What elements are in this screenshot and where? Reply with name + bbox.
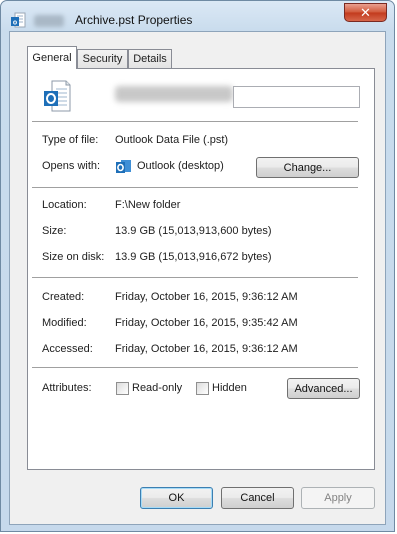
type-of-file-value: Outlook Data File (.pst) [115,134,229,146]
modified-value: Friday, October 16, 2015, 9:35:42 AM [115,317,298,329]
cancel-button[interactable]: Cancel [221,487,294,509]
modified-label: Modified: [42,317,87,329]
created-label: Created: [42,291,85,303]
ok-button[interactable]: OK [140,487,213,509]
size-value: 13.9 GB (15,013,913,600 bytes) [115,225,272,237]
tab-details-label: Details [133,53,167,65]
general-tab-panel [27,68,375,470]
accessed-label: Accessed: [42,343,93,355]
opens-with-value: Outlook (desktop) [137,160,224,172]
tab-security[interactable]: Security [77,49,128,68]
opens-with-label: Opens with: [42,160,101,172]
advanced-button[interactable]: Advanced... [287,378,360,399]
outlook-data-file-icon [44,80,71,112]
tab-security-label: Security [82,53,123,65]
cancel-button-label: Cancel [240,492,275,504]
change-button[interactable]: Change... [256,157,359,178]
location-value: F:\New folder [115,199,181,211]
outlook-file-icon: o [11,12,26,28]
type-of-file-label: Type of file: [42,134,99,146]
title-bar[interactable]: o Archive.pst Properties ✕ [1,1,394,31]
attributes-label: Attributes: [42,382,92,394]
outlook-icon [116,160,131,173]
close-button[interactable]: ✕ [344,3,387,22]
advanced-button-label: Advanced... [294,382,353,395]
size-label: Size: [42,225,67,237]
redacted-file-name [115,86,233,102]
svg-text:o: o [13,20,17,27]
apply-button: Apply [301,487,375,509]
close-icon: ✕ [360,4,371,20]
separator [32,367,358,369]
size-on-disk-label: Size on disk: [42,251,105,263]
read-only-checkbox[interactable] [116,382,129,395]
apply-button-label: Apply [324,492,352,504]
window-title: Archive.pst Properties [75,13,193,27]
created-value: Friday, October 16, 2015, 9:36:12 AM [115,291,298,303]
hidden-checkbox[interactable] [196,382,209,395]
hidden-label: Hidden [212,382,247,394]
file-name-input[interactable] [233,86,360,108]
change-button-label: Change... [283,161,332,174]
separator [32,121,358,123]
active-tab-joint [28,66,76,70]
separator [32,277,358,279]
tab-details[interactable]: Details [128,49,172,68]
redacted-title-prefix [34,15,64,27]
ok-button-label: OK [168,492,185,504]
accessed-value: Friday, October 16, 2015, 9:36:12 AM [115,343,298,355]
size-on-disk-value: 13.9 GB (15,013,916,672 bytes) [115,251,272,263]
tab-general-label: General [32,52,72,64]
separator [32,187,358,189]
read-only-label: Read-only [132,382,183,394]
location-label: Location: [42,199,87,211]
